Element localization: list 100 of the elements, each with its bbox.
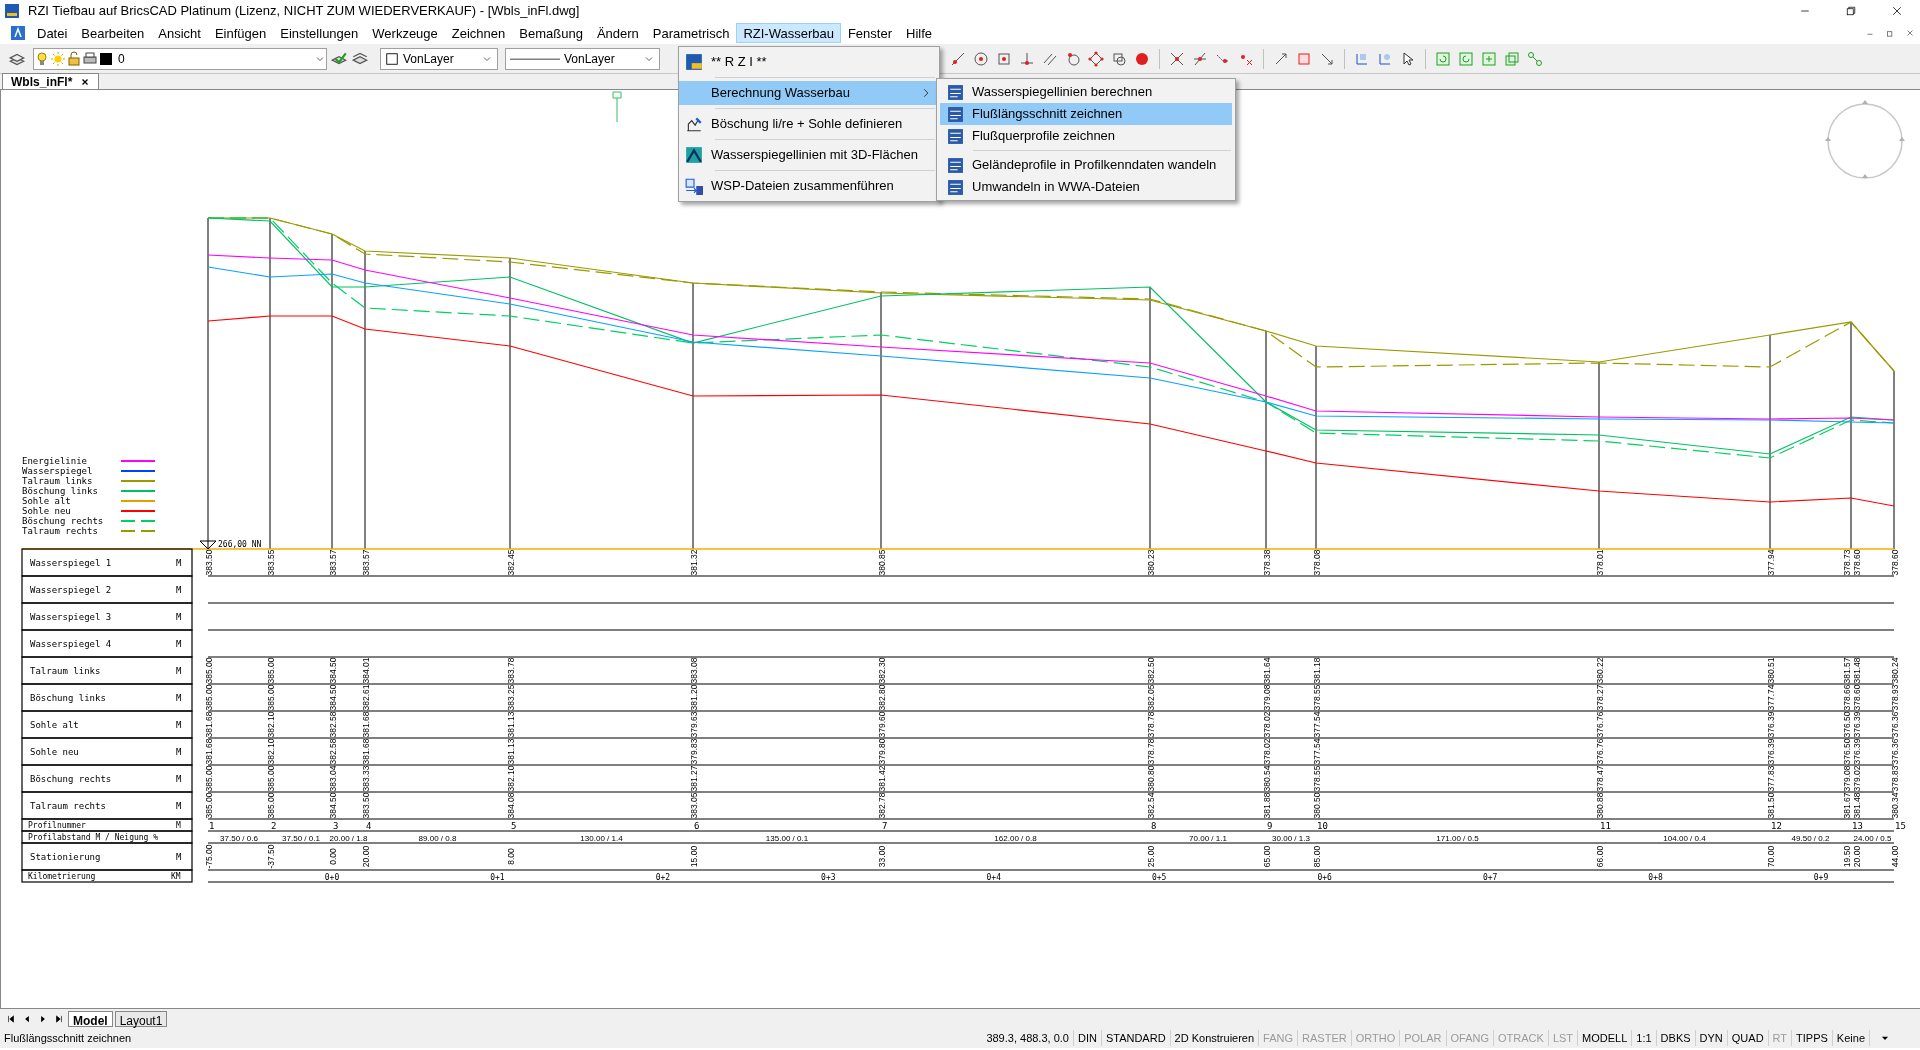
menu-item[interactable]: Parametrisch: [645, 23, 737, 43]
status-message: Flußlängsschnitt zeichnen: [3, 1030, 133, 1046]
menu-item[interactable]: Flußlängsschnitt zeichnen: [940, 103, 1232, 125]
elevation-value: 376.76: [1595, 711, 1605, 738]
interval-label: 37.50 / 0.6: [220, 834, 258, 843]
elevation-value: 380.80: [1146, 765, 1156, 792]
row-label: Wasserspiegel 2: [30, 584, 112, 595]
color-dropdown[interactable]: VonLayer: [380, 47, 498, 70]
elevation-value: 383.78: [506, 657, 516, 684]
elevation-value: 378.78: [1146, 711, 1156, 738]
row-label: Sohle neu: [30, 746, 79, 757]
menu-item[interactable]: Bearbeiten: [74, 23, 152, 43]
elevation-value: 376.39: [1766, 711, 1776, 738]
elevation-value: 381.67: [1842, 792, 1852, 819]
layout-tab[interactable]: Model: [68, 1010, 113, 1027]
elevation-value: 380.34: [1890, 792, 1900, 819]
menu-item[interactable]: Fenster: [840, 23, 899, 43]
interval-label: 135.00 / 0.1: [765, 834, 809, 843]
menu-item[interactable]: RZI-Wasserbau: [736, 23, 841, 43]
elevation-value: 381.64: [1262, 657, 1272, 684]
status-toggle[interactable]: MODELL: [1578, 1029, 1633, 1047]
elevation-value: 381.50: [1766, 792, 1776, 819]
elevation-value: 385.00: [204, 792, 214, 819]
status-toggle[interactable]: DBKS: [1656, 1029, 1696, 1047]
menu-item[interactable]: Einfügen: [207, 23, 274, 43]
row-label: Wasserspiegel 4: [30, 638, 112, 649]
elevation-value: 384.50: [328, 792, 338, 819]
menu-item[interactable]: Hilfe: [899, 23, 939, 43]
menu-item[interactable]: Bemaßung: [512, 23, 590, 43]
status-toggle[interactable]: DIN: [1073, 1029, 1102, 1047]
menu-item[interactable]: Wasserspiegellinien berechnen: [940, 81, 1232, 103]
legend-label: Sohle alt: [22, 496, 71, 506]
elevation-value: 378.01: [1595, 549, 1605, 576]
km-label: 0+5: [1152, 873, 1167, 882]
elevation-value: 385.00: [266, 765, 276, 792]
elevation-value: 380.88: [1595, 792, 1605, 819]
elevation-value: 381.88: [1262, 792, 1272, 819]
legend-label: Talraum links: [22, 476, 93, 486]
status-toggle[interactable]: 389.3, 488.3, 0.0: [982, 1029, 1074, 1047]
elevation-value: 376.39: [1852, 738, 1862, 765]
status-toggle[interactable]: 1:1: [1632, 1029, 1657, 1047]
elevation-value: 385.00: [266, 657, 276, 684]
layer-dropdown[interactable]: 0: [33, 47, 327, 70]
status-toggle[interactable]: DYN: [1695, 1029, 1728, 1047]
linetype-dropdown[interactable]: VonLayer: [505, 47, 660, 70]
interval-label: 24.00 / 0.5: [1853, 834, 1892, 843]
menu-item[interactable]: Einstellungen: [273, 23, 366, 43]
elevation-value: 385.00: [204, 765, 214, 792]
profile-number: 4: [366, 821, 372, 831]
elevation-value: 385.00: [204, 684, 214, 711]
interval-label: 89.00 / 0.8: [418, 834, 457, 843]
status-toggle[interactable]: STANDARD: [1101, 1029, 1171, 1047]
status-toggle[interactable]: TIPPS: [1792, 1029, 1833, 1047]
unit-label: M: [176, 638, 182, 649]
elevation-value: 378.83: [1890, 765, 1900, 792]
elevation-value: 383.50: [361, 792, 371, 819]
elevation-value: 33.00: [877, 845, 887, 868]
elevation-value: 381.27: [689, 765, 699, 792]
legend-label: Böschung rechts: [22, 516, 104, 526]
layout-tab[interactable]: Layout1: [114, 1010, 168, 1027]
elevation-value: 380.22: [1595, 657, 1605, 684]
elevation-value: 383.57: [328, 549, 338, 576]
elevation-value: 376.50: [1842, 711, 1852, 738]
elevation-value: 25.00: [1146, 845, 1156, 868]
document-tab[interactable]: Wbls_inFl*: [2, 73, 100, 89]
menu-item[interactable]: Zeichnen: [444, 23, 513, 43]
menu-item[interactable]: Flußquerprofile zeichnen: [940, 125, 1232, 147]
menu-item[interactable]: ** R Z I **: [679, 50, 939, 74]
elevation-value: 381.68: [361, 738, 371, 765]
profile-number: 6: [694, 821, 700, 831]
elevation-value: 378.38: [1262, 549, 1272, 576]
unit-label: KM: [171, 872, 181, 881]
elevation-value: 381.13: [506, 738, 516, 765]
status-toggle[interactable]: 2D Konstruieren: [1170, 1029, 1260, 1047]
elevation-value: -37.50: [266, 844, 276, 869]
elevation-value: 381.42: [877, 765, 887, 792]
menu-item[interactable]: Böschung li/re + Sohle definieren: [679, 112, 939, 136]
interval-label: 49.50 / 0.2: [1791, 834, 1830, 843]
km-label: 0+6: [1317, 873, 1332, 882]
km-label: 0+3: [821, 873, 836, 882]
menu-item[interactable]: Ansicht: [151, 23, 208, 43]
menu-item[interactable]: Geländeprofile in Profilkenndaten wandeln: [940, 154, 1232, 176]
menu-item[interactable]: Datei: [30, 23, 75, 43]
unit-label: M: [176, 773, 182, 784]
status-toggle[interactable]: Keine: [1832, 1029, 1870, 1047]
elevation-value: 384.08: [506, 792, 516, 819]
menu-item[interactable]: WSP-Dateien zusammenführen: [679, 174, 939, 198]
elevation-value: 381.13: [506, 711, 516, 738]
status-toggle[interactable]: QUAD: [1727, 1029, 1769, 1047]
menu-item[interactable]: Ändern: [589, 23, 646, 43]
elevation-value: 384.50: [328, 657, 338, 684]
menu-item[interactable]: Umwandeln in WWA-Dateien: [940, 176, 1232, 198]
unit-label: M: [176, 611, 182, 622]
menu-item[interactable]: Berechnung Wasserbau: [679, 81, 939, 105]
elevation-value: 382.05: [1146, 684, 1156, 711]
menu-item[interactable]: Werkzeuge: [365, 23, 445, 43]
elevation-value: 377.54: [1312, 711, 1322, 738]
elevation-value: 377.54: [1312, 738, 1322, 765]
km-label: 0+8: [1648, 873, 1663, 882]
elevation-value: 379.08: [1262, 684, 1272, 711]
